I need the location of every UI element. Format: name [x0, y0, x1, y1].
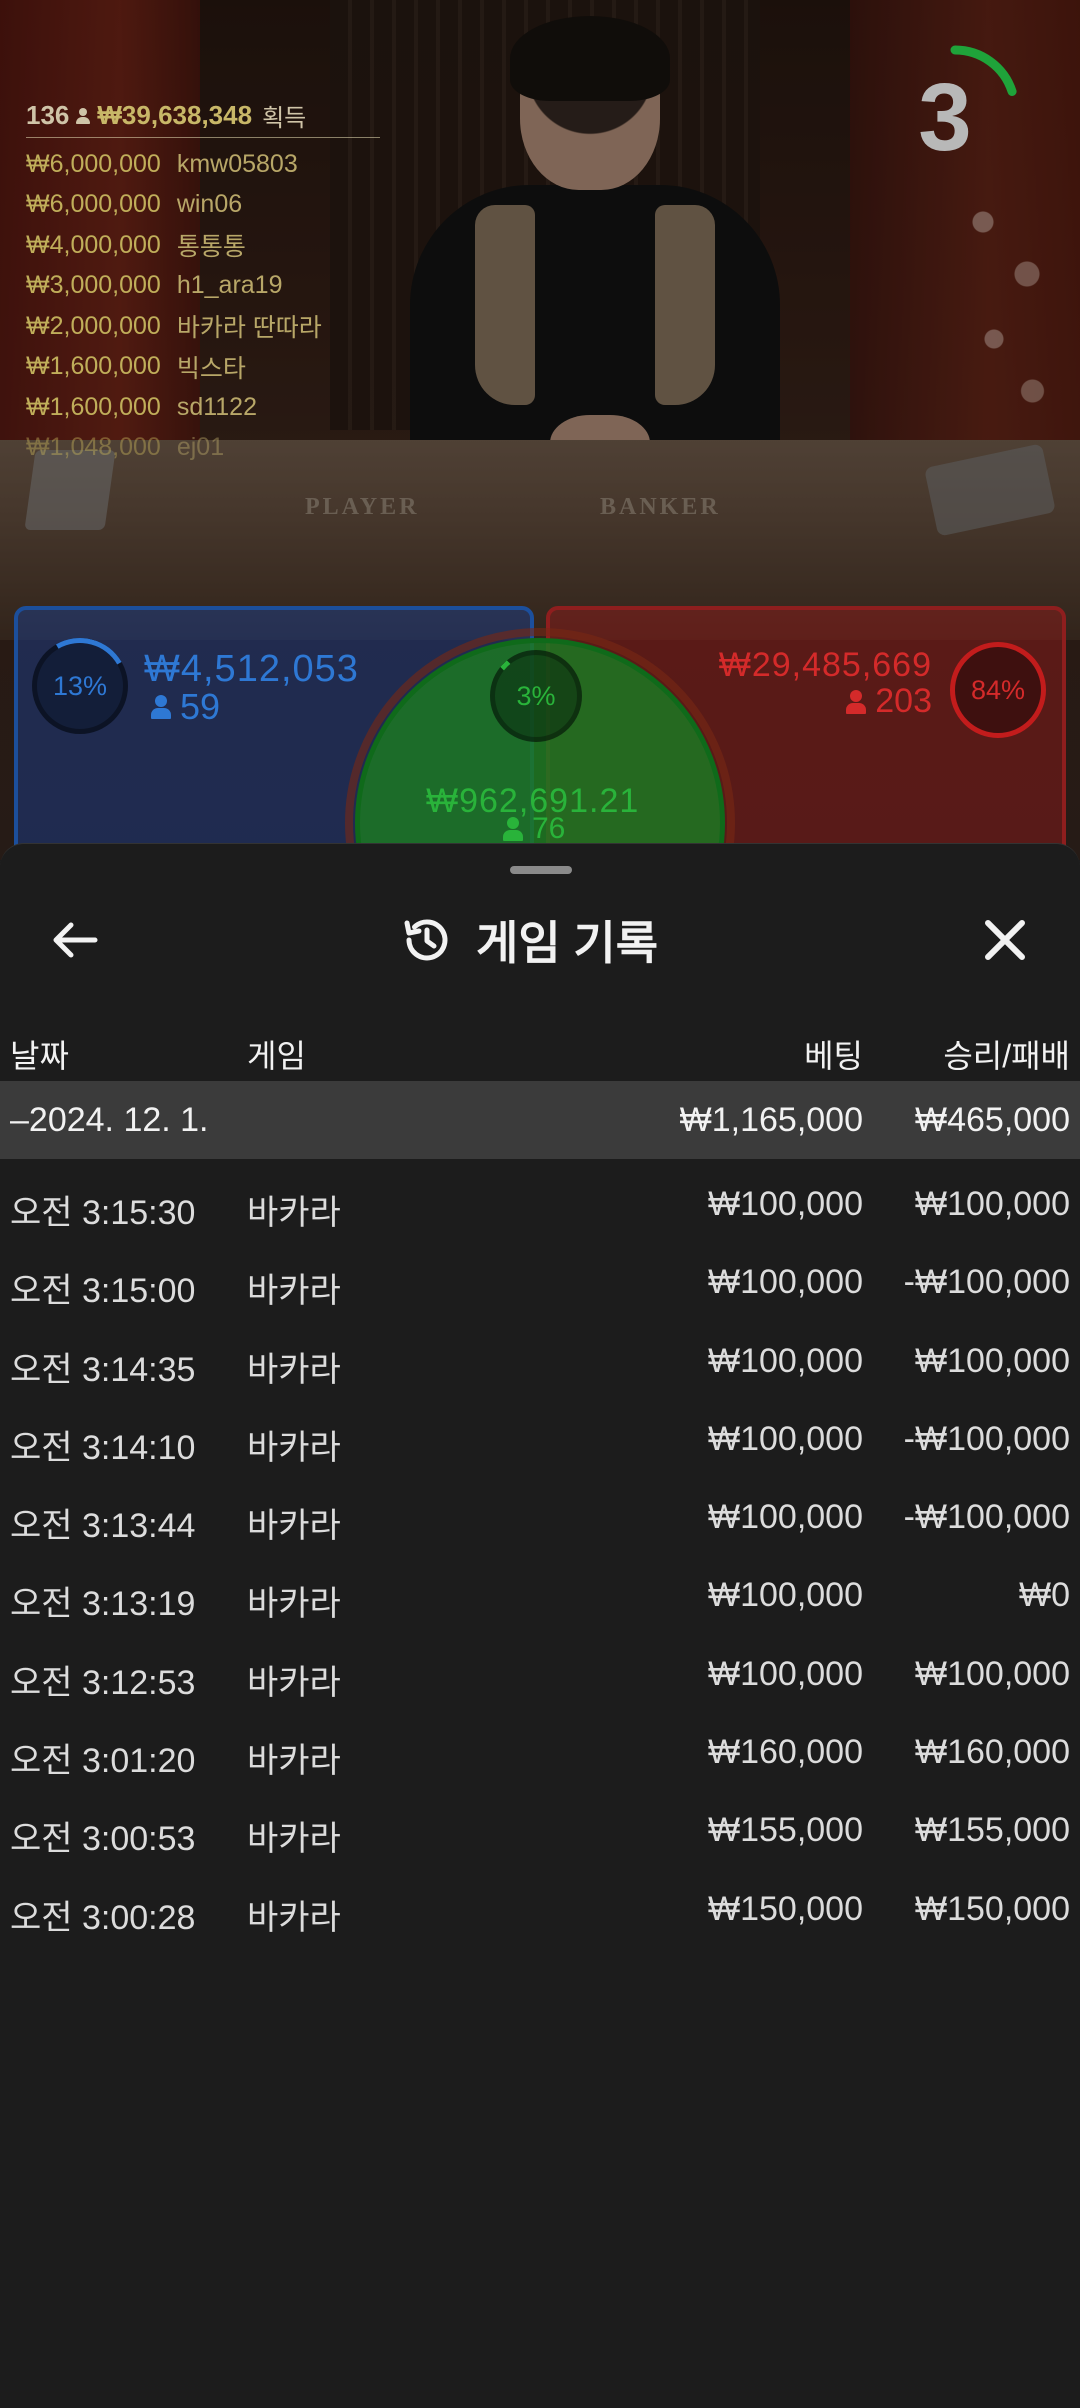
bettor-row: ₩6,000,000 win06 [26, 190, 243, 219]
banker-count: 203 [845, 682, 932, 721]
bettor-row: ₩4,000,000 통통통 [26, 230, 246, 262]
day-group-bet: ₩1,165,000 [679, 1101, 863, 1139]
arrow-left-icon [53, 922, 98, 958]
day-group-row[interactable]: –2024. 12. 1. ₩1,165,000 ₩465,000 [0, 1081, 1080, 1159]
player-percent-ring: 13% [21, 627, 139, 745]
close-x-icon [985, 920, 1025, 960]
total-label: 획득 [262, 105, 307, 132]
page-title: 게임 기록 [476, 917, 659, 969]
bettor-row: ₩1,600,000 sd1122 [26, 392, 257, 421]
player-amount: ₩4,512,053 [144, 648, 359, 690]
history-rows: 오전 3:15:30 바카라 ₩100,000 ₩100,000 오전 3:15:00… [0, 1159, 1080, 1942]
table-row[interactable]: 오전 3:15:30 바카라 ₩100,000 ₩100,000 [0, 1159, 1080, 1237]
sheet-header: 게임 기록 [0, 889, 1080, 989]
close-button[interactable] [970, 905, 1040, 975]
bettors-count: 136 [26, 100, 70, 130]
countdown-number: 3 [918, 64, 972, 171]
person-icon [150, 694, 172, 720]
player-count: 59 [150, 686, 220, 728]
total-winnings: ₩39,638,348 [97, 100, 253, 130]
table-row[interactable]: 오전 3:15:00 바카라 ₩100,000 -₩100,000 [0, 1237, 1080, 1315]
tie-percent: 3% [516, 680, 556, 711]
table-row[interactable]: 오전 3:13:44 바카라 ₩100,000 -₩100,000 [0, 1472, 1080, 1550]
table-row[interactable]: 오전 3:00:53 바카라 ₩155,000 ₩155,000 [0, 1785, 1080, 1863]
table-row[interactable]: 오전 3:00:28 바카라 ₩150,000 ₩150,000 [0, 1864, 1080, 1942]
table-row[interactable]: 오전 3:12:53 바카라 ₩100,000 ₩100,000 [0, 1629, 1080, 1707]
countdown-timer: 3 [885, 40, 1025, 180]
column-date: 날짜 [10, 1038, 69, 1074]
tie-percent-ring: 3% [490, 650, 582, 742]
bettor-row: ₩2,000,000 바카라 딴따라 [26, 311, 322, 343]
bettors-total: 136 ₩39,638,348 획득 [26, 98, 380, 138]
banker-percent-ring: 84% [950, 642, 1046, 738]
table-header: 날짜 게임 베팅 승리/패배 [0, 1009, 1080, 1089]
tie-count: 76 [502, 812, 565, 846]
bettor-row: ₩3,000,000 h1_ara19 [26, 271, 283, 300]
table-row[interactable]: 오전 3:13:19 바카라 ₩100,000 ₩0 [0, 1550, 1080, 1628]
banker-percent: 84% [970, 674, 1026, 705]
table-row[interactable]: 오전 3:14:10 바카라 ₩100,000 -₩100,000 [0, 1394, 1080, 1472]
person-icon [845, 689, 867, 715]
table-row[interactable]: 오전 3:01:20 바카라 ₩160,000 ₩160,000 [0, 1707, 1080, 1785]
person-icon [502, 816, 524, 842]
column-bet: 베팅 [804, 1038, 863, 1074]
day-group-date: –2024. 12. 1. [10, 1101, 209, 1139]
sheet-title: 게임 기록 [400, 907, 658, 973]
history-clock-icon [404, 919, 448, 961]
bettors-leaderboard: 136 ₩39,638,348 획득 ₩6,000,000 kmw05803 ₩6… [26, 98, 386, 468]
betting-areas: 13% ₩4,512,053 59 3% ₩962,691.21 76 84% … [0, 600, 1080, 1018]
column-result: 승리/패배 [943, 1038, 1070, 1074]
table-row[interactable]: 오전 3:14:35 바카라 ₩100,000 ₩100,000 [0, 1316, 1080, 1394]
column-game: 게임 [247, 1038, 306, 1074]
bettor-row: ₩1,048,000 ej01 [26, 433, 225, 462]
sheet-drag-handle[interactable] [510, 866, 572, 874]
person-icon [75, 107, 91, 125]
back-button[interactable] [40, 905, 110, 975]
banker-amount: ₩29,485,669 [718, 646, 932, 684]
day-group-result: ₩465,000 [915, 1101, 1070, 1139]
bettor-row: ₩6,000,000 kmw05803 [26, 149, 298, 178]
bettor-row: ₩1,600,000 빅스타 [26, 352, 246, 383]
game-history-sheet: 게임 기록 날짜 게임 베팅 승리/패배 –2024. 12. 1. ₩1,16… [0, 843, 1080, 2408]
